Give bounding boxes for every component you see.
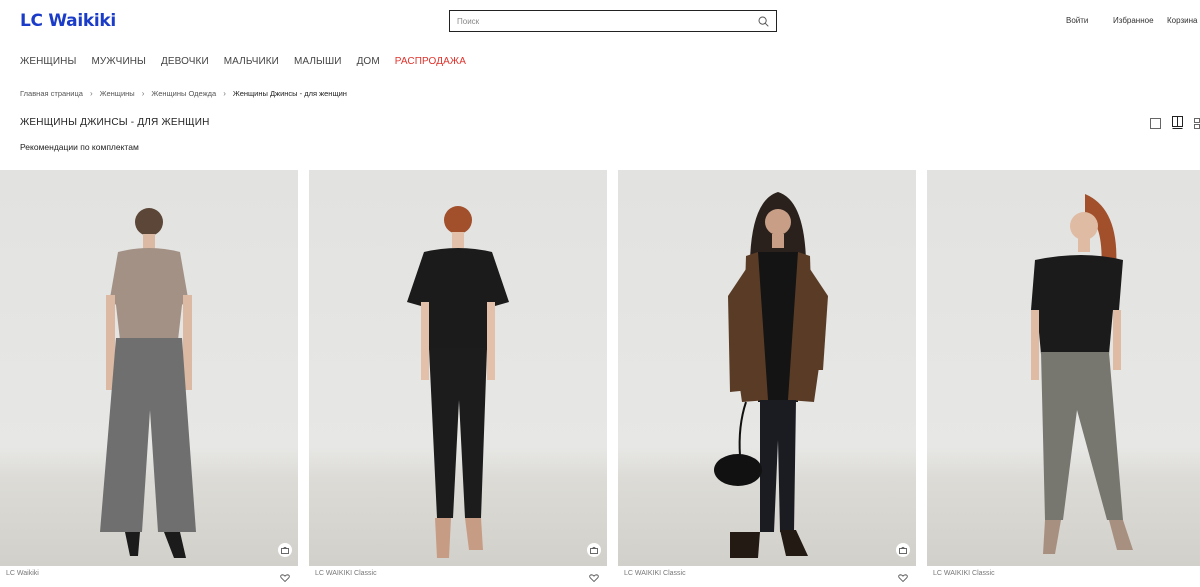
nav-item-home[interactable]: ДОМ (357, 56, 380, 67)
breadcrumb-current: Женщины Джинсы - для женщин (232, 89, 347, 98)
product-image[interactable] (309, 170, 607, 566)
breadcrumb: Главная страница › Женщины › Женщины Оде… (20, 89, 347, 98)
product-card[interactable]: LC WAIKIKI Classic (618, 170, 916, 583)
product-image[interactable] (927, 170, 1200, 566)
logo[interactable]: LC Waikiki (20, 11, 116, 31)
shopping-bag-icon[interactable] (278, 543, 292, 557)
main-nav: ЖЕНЩИНЫ МУЖЧИНЫ ДЕВОЧКИ МАЛЬЧИКИ МАЛЫШИ … (20, 56, 481, 67)
search-icon[interactable] (754, 12, 772, 30)
nav-item-women[interactable]: ЖЕНЩИНЫ (20, 56, 76, 67)
page-title: ЖЕНЩИНЫ ДЖИНСЫ - ДЛЯ ЖЕНЩИН (20, 117, 210, 128)
chevron-right-icon: › (89, 89, 93, 98)
nav-item-babies[interactable]: МАЛЫШИ (294, 56, 342, 67)
shopping-bag-icon[interactable] (896, 543, 910, 557)
product-card[interactable]: LC WAIKIKI Classic (927, 170, 1200, 577)
product-grid: LC Waikiki LC WAIKIKI Classic LC WAIKIKI… (0, 170, 1200, 583)
search-input[interactable] (457, 16, 754, 26)
login-link[interactable]: Войти (1066, 16, 1088, 25)
search-box[interactable] (449, 10, 777, 32)
nav-item-girls[interactable]: ДЕВОЧКИ (161, 56, 209, 67)
product-image[interactable] (0, 170, 298, 566)
shopping-bag-icon[interactable] (587, 543, 601, 557)
product-image[interactable] (618, 170, 916, 566)
product-card[interactable]: LC WAIKIKI Classic (309, 170, 607, 583)
view-toggles (1150, 116, 1200, 130)
breadcrumb-women[interactable]: Женщины (100, 89, 135, 98)
product-card[interactable]: LC Waikiki (0, 170, 298, 583)
nav-item-sale[interactable]: РАСПРОДАЖА (395, 56, 466, 67)
grid-view-icon[interactable] (1194, 116, 1200, 129)
favorites-link[interactable]: Избранное (1113, 16, 1154, 25)
breadcrumb-home[interactable]: Главная страница (20, 89, 83, 98)
chevron-right-icon: › (141, 89, 145, 98)
chevron-right-icon: › (223, 89, 226, 98)
breadcrumb-women-clothing[interactable]: Женщины Одежда (151, 89, 216, 98)
nav-item-men[interactable]: МУЖЧИНЫ (91, 56, 146, 67)
cart-link[interactable]: Корзина (1167, 16, 1197, 25)
two-column-view-icon[interactable] (1172, 116, 1184, 129)
single-column-view-icon[interactable] (1150, 116, 1162, 129)
outfit-recommendations-label[interactable]: Рекомендации по комплектам (20, 142, 139, 152)
nav-item-boys[interactable]: МАЛЬЧИКИ (224, 56, 279, 67)
